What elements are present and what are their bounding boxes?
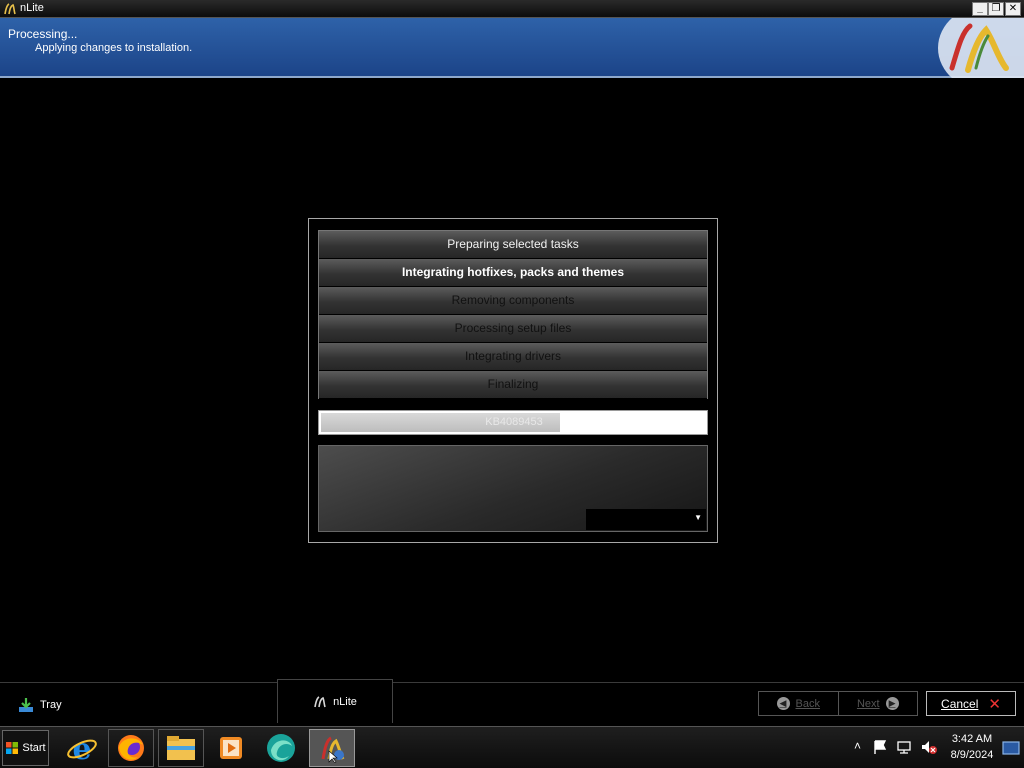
show-desktop-icon[interactable] [1002,741,1020,755]
system-tray: ˄ 3:42 AM 8/9/2024 [824,727,1024,768]
volume-muted-icon[interactable] [920,739,938,755]
clock[interactable]: 3:42 AM 8/9/2024 [946,731,998,763]
cancel-label: Cancel [941,696,979,711]
dropdown-arrow-icon: ▼ [694,513,702,522]
next-button[interactable]: Next ▶ [837,692,918,715]
nlite-logo [938,18,1024,78]
nlite-taskbar-icon[interactable] [309,729,355,767]
start-button[interactable]: Start [2,730,49,766]
action-center-flag-icon[interactable] [872,739,888,755]
network-icon[interactable] [896,739,912,755]
wizard-header: Processing... Applying changes to instal… [0,18,1024,78]
nlite-logo-icon [4,3,16,15]
app-tab-nlite[interactable]: nLite [277,679,393,723]
cancel-button[interactable]: Cancel ✕ [926,691,1016,716]
taskbar: Start e ˄ 3:42 AM 8/9/2024 [0,726,1024,768]
task-list: Preparing selected tasks Integrating hotf… [318,230,708,399]
back-arrow-icon: ◀ [776,697,790,710]
log-dropdown[interactable]: ▼ [586,509,706,530]
progress-bar: KB4089453 [318,410,708,435]
task-row: Integrating hotfixes, packs and themes [319,259,707,287]
file-explorer-icon[interactable] [158,729,204,767]
close-x-icon: ✕ [988,695,1001,713]
next-label: Next [856,697,880,710]
media-player-icon[interactable] [208,729,254,767]
restore-button[interactable]: ❐ [988,2,1004,16]
window-title: nLite [20,2,44,14]
tray-download-icon [19,698,33,712]
close-button[interactable]: ✕ [1005,2,1021,16]
task-row: Preparing selected tasks [319,231,707,259]
back-button[interactable]: ◀ Back [759,692,838,715]
clock-time: 3:42 AM [951,733,993,745]
progress-label: KB4089453 [485,416,543,428]
app-tab-label: nLite [333,695,357,708]
tray-button[interactable]: Tray [18,695,62,715]
minimize-button[interactable]: _ [972,2,988,16]
next-arrow-icon: ▶ [885,697,899,710]
browser-globe-icon[interactable] [258,729,304,767]
task-row: Processing setup files [319,315,707,343]
nav-button-group: ◀ Back Next ▶ [758,691,918,716]
windows-flag-icon [6,742,19,754]
title-bar: nLite _ ❐ ✕ [0,0,1024,18]
task-row: Removing components [319,287,707,315]
task-row: Finalizing [319,371,707,399]
nlite-small-icon [314,695,326,707]
processing-panel: Preparing selected tasks Integrating hotf… [308,218,718,543]
tray-label: Tray [40,699,62,711]
back-label: Back [795,697,820,710]
start-label: Start [22,742,46,754]
log-area: ▼ [318,445,708,532]
svg-text:e: e [72,732,91,764]
task-row: Integrating drivers [319,343,707,371]
header-title: Processing... [8,27,78,41]
clock-date: 8/9/2024 [950,749,994,761]
header-subtitle: Applying changes to installation. [35,42,193,54]
firefox-icon[interactable] [108,729,154,767]
show-hidden-icons-icon[interactable]: ˄ [854,739,861,753]
internet-explorer-icon[interactable]: e [59,729,105,767]
wizard-bottom-bar: Tray nLite ◀ Back Next ▶ Cancel ✕ [0,679,1024,726]
